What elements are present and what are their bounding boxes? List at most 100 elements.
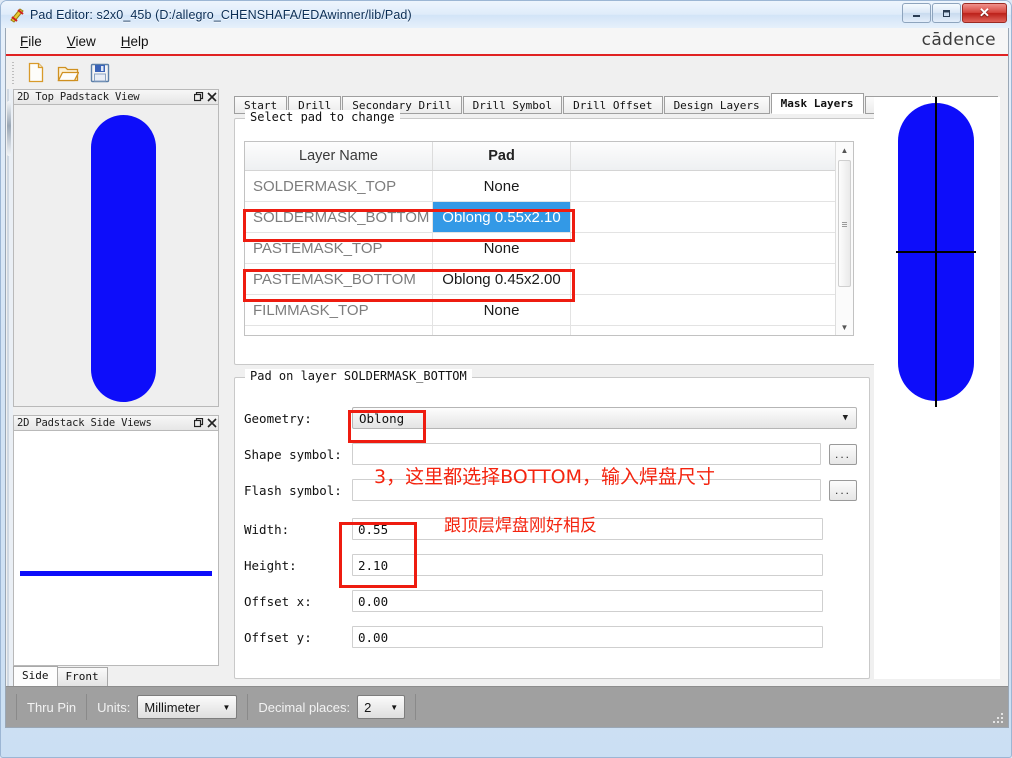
table-row[interactable]: PASTEMASK_TOP None	[245, 233, 853, 264]
cell-pad[interactable]: None	[433, 171, 571, 201]
field-geometry: Geometry: Oblong ▼	[244, 406, 857, 430]
cell-layer-name: PASTEMASK_TOP	[245, 233, 433, 263]
top-padstack-canvas[interactable]	[13, 105, 219, 407]
cell-pad-selected[interactable]: Oblong 0.55x2.10	[433, 202, 571, 232]
window-title: Pad Editor: s2x0_45b (D:/allegro_CHENSHA…	[30, 7, 412, 22]
pad-preview-canvas[interactable]	[874, 97, 1000, 679]
menu-file[interactable]: FFileile	[9, 31, 53, 52]
save-file-button[interactable]	[87, 60, 113, 85]
cell-blank	[571, 264, 853, 294]
open-folder-button[interactable]	[55, 60, 81, 85]
client-area: FFileile View Help cādence	[5, 28, 1009, 728]
menu-view[interactable]: View	[56, 31, 107, 52]
decimal-places-value: 2	[364, 699, 372, 715]
cell-layer-name: FILMMASK_TOP	[245, 295, 433, 325]
table-scrollbar[interactable]: ▲ ▼	[835, 142, 853, 335]
cell-blank	[571, 295, 853, 325]
table-row[interactable]: SOLDERMASK_BOTTOM Oblong 0.55x2.10	[245, 202, 853, 233]
geometry-label: Geometry:	[244, 410, 312, 426]
window-controls: ✕	[902, 3, 1007, 23]
side-view-canvas[interactable]	[13, 431, 219, 666]
column-header-pad[interactable]: Pad	[433, 142, 571, 170]
minimize-button[interactable]	[902, 3, 931, 23]
status-divider	[16, 694, 17, 720]
cell-blank	[571, 326, 853, 335]
tab-side[interactable]: Side	[13, 666, 58, 687]
table-row[interactable]: FILMMASK_TOP None	[245, 295, 853, 326]
tab-design-layers[interactable]: Design Layers	[663, 96, 770, 114]
shape-symbol-label: Shape symbol:	[244, 446, 342, 462]
cell-pad[interactable]: Oblong 0.45x2.00	[433, 264, 571, 294]
units-value: Millimeter	[144, 699, 200, 715]
close-icon[interactable]	[205, 417, 218, 430]
field-offset-x: Offset x: 0.00	[244, 589, 823, 613]
table-row[interactable]: FILMMASK_BOTTOM None	[245, 326, 853, 335]
shape-symbol-browse-button[interactable]: ...	[829, 443, 857, 465]
main-split: 2D Top Padstack View 2D Padstack Side Vi…	[6, 89, 1008, 687]
crosshair-horizontal	[896, 251, 976, 253]
toolbar-grip[interactable]	[11, 61, 17, 84]
units-label: Units:	[97, 699, 131, 715]
cell-layer-name: FILMMASK_BOTTOM	[245, 326, 433, 335]
oblong-pad-top-shape	[91, 115, 156, 402]
layer-pad-table[interactable]: Layer Name Pad SOLDERMASK_TOP None SOLDE…	[244, 141, 854, 336]
close-button[interactable]: ✕	[962, 3, 1007, 23]
column-header-layer-name[interactable]: Layer Name	[245, 142, 433, 170]
scroll-up-icon[interactable]: ▲	[836, 142, 853, 158]
menu-bar: FFileile View Help cādence	[6, 28, 1008, 56]
cell-pad[interactable]: None	[433, 233, 571, 263]
cell-layer-name: PASTEMASK_BOTTOM	[245, 264, 433, 294]
cell-pad[interactable]: None	[433, 326, 571, 335]
panel-title-label: 2D Top Padstack View	[17, 91, 140, 103]
restore-icon[interactable]	[192, 91, 205, 104]
new-file-button[interactable]	[23, 60, 49, 85]
panel-title-label: 2D Padstack Side Views	[17, 417, 152, 429]
status-bar: Thru Pin Units: Millimeter ▼ Decimal pla…	[6, 686, 1008, 727]
decimal-places-label: Decimal places:	[258, 699, 351, 715]
annotation-note-2: 跟顶层焊盘刚好相反	[444, 516, 597, 536]
height-input[interactable]: 2.10	[352, 554, 823, 576]
right-pane: Start Drill Secondary Drill Drill Symbol…	[230, 89, 1008, 687]
left-dock: 2D Top Padstack View 2D Padstack Side Vi…	[6, 89, 224, 687]
panel-2d-top-padstack-view: 2D Top Padstack View	[13, 89, 219, 407]
status-divider	[86, 694, 88, 720]
panel-title-top-view: 2D Top Padstack View	[13, 89, 219, 105]
height-label: Height:	[244, 557, 297, 573]
dock-handle[interactable]	[6, 89, 13, 687]
table-row[interactable]: PASTEMASK_BOTTOM Oblong 0.45x2.00	[245, 264, 853, 295]
side-view-tabs: Side Front	[13, 666, 108, 687]
tab-front[interactable]: Front	[56, 667, 108, 687]
resize-grip[interactable]	[991, 711, 1003, 723]
table-header-row: Layer Name Pad	[245, 142, 853, 171]
flash-symbol-browse-button[interactable]: ...	[829, 479, 857, 501]
column-header-blank[interactable]	[571, 142, 853, 170]
units-select[interactable]: Millimeter ▼	[137, 695, 238, 719]
cadence-logo: cādence	[921, 30, 996, 50]
cell-layer-name: SOLDERMASK_TOP	[245, 171, 433, 201]
offset-x-label: Offset x:	[244, 593, 312, 609]
tab-drill-symbol[interactable]: Drill Symbol	[462, 96, 563, 114]
maximize-button[interactable]	[932, 3, 961, 23]
cell-blank	[571, 233, 853, 263]
tab-mask-layers[interactable]: Mask Layers	[770, 93, 864, 114]
chevron-down-icon: ▼	[222, 702, 231, 712]
pad-editor-window: Pad Editor: s2x0_45b (D:/allegro_CHENSHA…	[0, 0, 1012, 758]
cell-pad[interactable]: None	[433, 295, 571, 325]
decimal-places-select[interactable]: 2 ▼	[357, 695, 406, 719]
offset-x-input[interactable]: 0.00	[352, 590, 823, 612]
restore-icon[interactable]	[192, 417, 205, 430]
chevron-down-icon: ▼	[390, 702, 399, 712]
offset-y-input[interactable]: 0.00	[352, 626, 823, 648]
panel-2d-padstack-side-views: 2D Padstack Side Views Side Front	[13, 415, 219, 687]
menu-help[interactable]: Help	[110, 31, 160, 52]
table-row[interactable]: SOLDERMASK_TOP None	[245, 171, 853, 202]
scrollbar-thumb[interactable]	[838, 160, 851, 287]
tab-drill-offset[interactable]: Drill Offset	[563, 96, 663, 114]
geometry-value: Oblong	[359, 410, 405, 426]
geometry-select[interactable]: Oblong ▼	[352, 407, 857, 429]
pin-type-label: Thru Pin	[27, 699, 77, 715]
field-height: Height: 2.10	[244, 553, 823, 577]
close-icon[interactable]	[205, 91, 218, 104]
panel-title-side-views: 2D Padstack Side Views	[13, 415, 219, 431]
scroll-down-icon[interactable]: ▼	[836, 319, 853, 335]
